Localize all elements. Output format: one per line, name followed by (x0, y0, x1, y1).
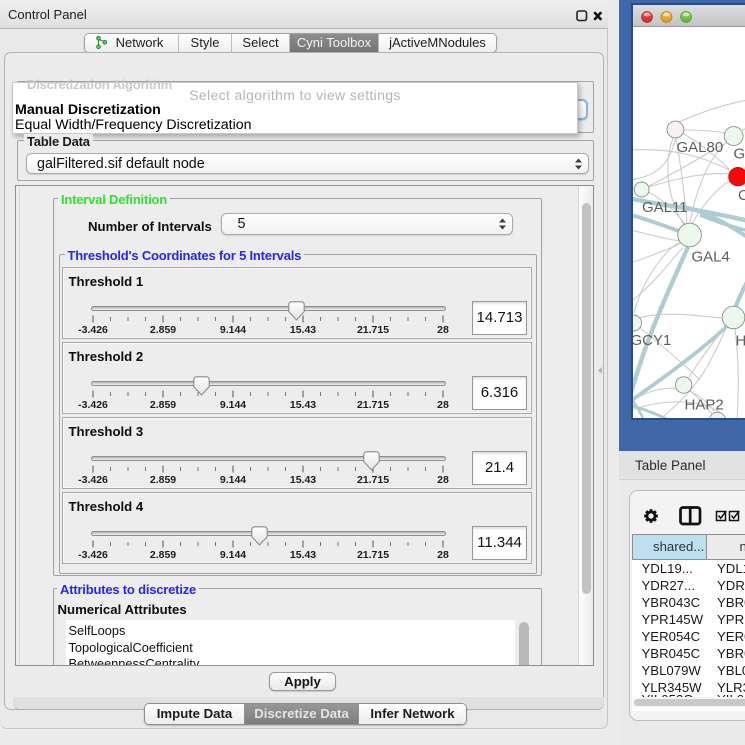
svg-text:HAP2: HAP2 (685, 397, 724, 414)
svg-text:GAL4: GAL4 (692, 249, 730, 266)
svg-text:GAL11: GAL11 (642, 199, 688, 216)
svg-text:H: H (736, 333, 745, 350)
svg-text:GCY1: GCY1 (633, 332, 671, 349)
svg-text:C: C (738, 187, 745, 204)
svg-text:GAL80: GAL80 (677, 139, 724, 156)
svg-text:G.: G. (734, 146, 745, 163)
